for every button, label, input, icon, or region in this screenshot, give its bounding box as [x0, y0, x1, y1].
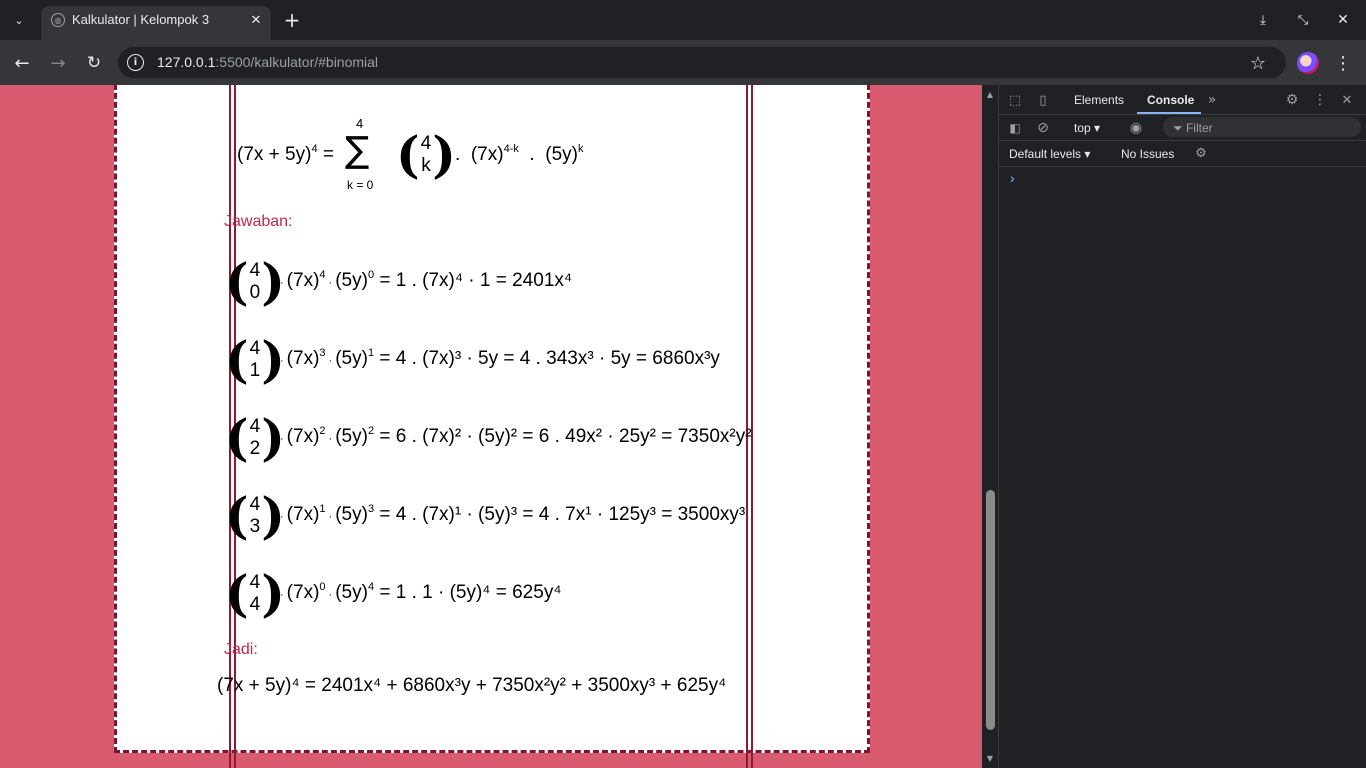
formula-lhs: (7x + 5y)4 = [237, 143, 334, 165]
log-levels-dropdown[interactable]: Default levels ▾ [1009, 147, 1090, 161]
scrollbar-thumb[interactable] [986, 490, 995, 730]
site-info-icon[interactable]: i [127, 54, 144, 71]
row-binomial: (4 1) [225, 330, 285, 389]
sidebar-toggle-icon[interactable]: ◧ [1006, 119, 1024, 137]
issues-counter[interactable]: No Issues [1121, 147, 1174, 161]
sum-lower: k = 0 [347, 178, 374, 192]
row-binomial: (4 0) [225, 252, 285, 311]
devtools-panel [998, 85, 1366, 768]
tab-console[interactable]: Console [1147, 93, 1194, 107]
binomial-coefficient: (4 k) [396, 125, 456, 184]
jawaban-label: Jawaban: [224, 213, 293, 230]
settings-gear-icon[interactable]: ⚙ [1283, 91, 1301, 109]
profile-avatar-icon[interactable] [1297, 52, 1319, 74]
menu-kebab-icon[interactable]: ⋮ [1334, 52, 1352, 74]
bookmark-star-icon[interactable]: ☆ [1248, 52, 1268, 74]
sum-upper: 4 [356, 116, 364, 131]
reload-icon[interactable]: ↻ [83, 52, 105, 74]
row-binomial: (4 4) [225, 564, 285, 623]
row-expression: · (7x)4· (5y)0 = 1 . (7x)⁴ · 1 = 2401x⁴ [280, 269, 573, 291]
forward-icon[interactable]: → [47, 52, 69, 74]
sigma-symbol: ∑ [345, 130, 370, 171]
eye-icon[interactable]: ◉ [1126, 119, 1146, 137]
globe-icon: ◍ [51, 13, 65, 27]
device-toolbar-icon[interactable]: ▯ [1034, 91, 1052, 109]
page-viewport: (7x + 5y)4 = 4 ∑ k = 0 (4 k) . (7x)4-k . … [0, 85, 982, 768]
devtools-menu-icon[interactable]: ⋮ [1311, 91, 1329, 109]
close-icon[interactable]: ✕ [247, 12, 265, 28]
more-tabs-icon[interactable]: » [1203, 91, 1221, 109]
scroll-up-icon[interactable]: ▲ [984, 88, 996, 100]
devtools-close-icon[interactable]: ✕ [1338, 91, 1356, 109]
final-result: (7x + 5y)⁴ = 2401x⁴ + 6860x³y + 7350x²y²… [217, 675, 727, 696]
tab-elements[interactable]: Elements [1074, 93, 1124, 107]
row-expression: · (7x)2· (5y)2 = 6 . (7x)² · (5y)² = 6 . 4… [280, 425, 752, 447]
new-tab-icon[interactable]: + [282, 8, 302, 32]
context-selector[interactable]: top ▾ [1074, 121, 1100, 135]
row-expression: · (7x)3· (5y)1 = 4 . (7x)³ · 5y = 4 . 343x… [280, 347, 720, 369]
clear-console-icon[interactable]: ⊘ [1034, 119, 1052, 137]
filter-icon: ⏷ [1173, 121, 1183, 135]
tab-search-icon[interactable]: ⌄ [6, 8, 32, 32]
formula-terms: . (7x)4-k . (5y)k [455, 143, 584, 165]
row-binomial: (4 3) [225, 486, 285, 545]
filter-placeholder: ⏷ Filter [1173, 121, 1213, 135]
row-expression: · (7x)0· (5y)4 = 1 . 1 · (5y)⁴ = 625y⁴ [280, 581, 562, 603]
download-icon[interactable]: ⤓ [1254, 10, 1272, 30]
restore-icon[interactable]: ⤡ [1294, 10, 1312, 30]
back-icon[interactable]: ← [11, 52, 33, 74]
console-prompt[interactable]: › [1010, 170, 1015, 186]
scroll-down-icon[interactable]: ▼ [984, 752, 996, 764]
window-close-icon[interactable]: ✕ [1334, 10, 1352, 30]
tab-title: Kalkulator | Kelompok 3 [72, 12, 210, 27]
url-text[interactable]: 127.0.0.1:5500/kalkulator/#binomial [157, 54, 378, 70]
jadi-label: Jadi: [224, 641, 258, 658]
active-tab-indicator [1137, 112, 1201, 114]
row-binomial: (4 2) [225, 408, 285, 467]
inspect-element-icon[interactable]: ⬚ [1006, 91, 1024, 109]
console-settings-icon[interactable]: ⚙ [1192, 145, 1210, 161]
row-expression: · (7x)1· (5y)3 = 4 . (7x)¹ · (5y)³ = 4 . 7… [280, 503, 746, 525]
